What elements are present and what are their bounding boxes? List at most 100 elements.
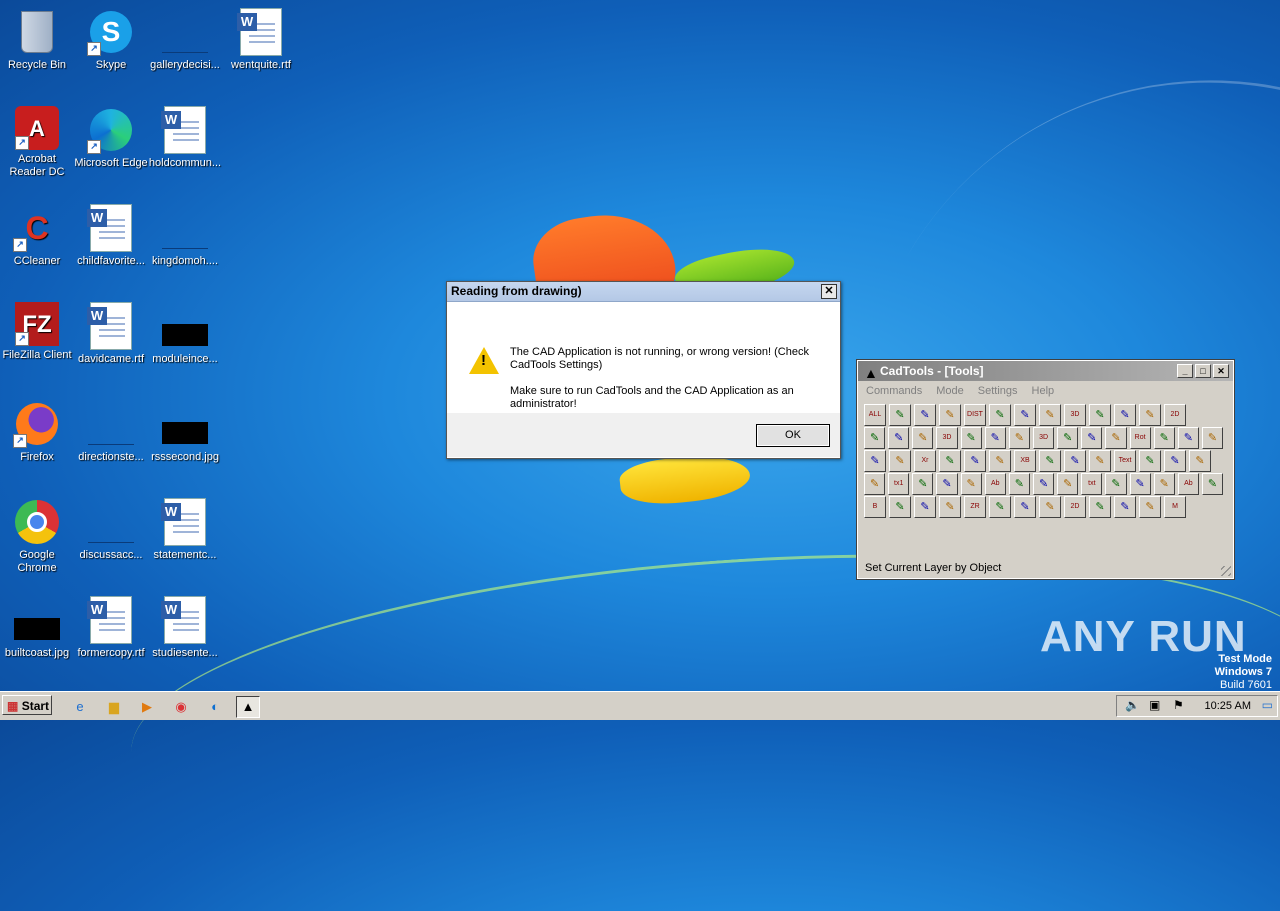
- cad-tool-button[interactable]: ✎: [889, 404, 911, 426]
- cad-tool-button[interactable]: M: [1164, 496, 1186, 518]
- cad-tool-button[interactable]: ✎: [1189, 450, 1211, 472]
- cad-tool-button[interactable]: ✎: [1089, 404, 1111, 426]
- cad-tool-button[interactable]: ✎: [1008, 427, 1030, 449]
- cadtools-titlebar[interactable]: ▲ CadTools - [Tools] _ □ ✕: [858, 361, 1233, 381]
- cad-tool-button[interactable]: Ab: [984, 473, 1006, 495]
- cad-tool-button[interactable]: ✎: [1008, 473, 1030, 495]
- cad-tool-button[interactable]: 2D: [1064, 496, 1086, 518]
- flag-icon[interactable]: ⚑: [1173, 698, 1184, 712]
- cad-tool-button[interactable]: ✎: [989, 496, 1011, 518]
- cad-tool-button[interactable]: DIST: [964, 404, 986, 426]
- ie-taskbar-icon[interactable]: e: [68, 696, 92, 718]
- cad-tool-button[interactable]: ✎: [1014, 496, 1036, 518]
- cad-tool-button[interactable]: ✎: [864, 450, 886, 472]
- desktop-icon-wentquite[interactable]: W wentquite.rtf: [224, 8, 298, 72]
- cad-tool-button[interactable]: ✎: [912, 427, 934, 449]
- desktop-icon-filezilla[interactable]: FZ ↗ FileZilla Client: [0, 302, 74, 362]
- cad-tool-button[interactable]: ✎: [1139, 450, 1161, 472]
- cad-tool-button[interactable]: txt: [1081, 473, 1103, 495]
- cad-tool-button[interactable]: ✎: [964, 450, 986, 472]
- cad-tool-button[interactable]: 3D: [1032, 427, 1055, 449]
- desktop-icon-firefox[interactable]: ↗ Firefox: [0, 400, 74, 464]
- cad-tool-button[interactable]: ✎: [889, 496, 911, 518]
- cad-tool-button[interactable]: ✎: [960, 427, 982, 449]
- cad-tool-button[interactable]: ✎: [989, 450, 1011, 472]
- desktop-icon-recycle-bin[interactable]: Recycle Bin: [0, 8, 74, 72]
- cad-tool-button[interactable]: ✎: [984, 427, 1006, 449]
- desktop-icon-statementc[interactable]: W statementc...: [148, 498, 222, 562]
- dialog-titlebar[interactable]: Reading from drawing) ✕: [447, 282, 840, 302]
- resize-grip[interactable]: [1221, 566, 1231, 576]
- network-icon[interactable]: ▣: [1149, 698, 1160, 712]
- desktop-icon-childfavorite[interactable]: W childfavorite...: [74, 204, 148, 268]
- desktop-icon-moduleince[interactable]: moduleince...: [148, 302, 222, 366]
- menu-commands[interactable]: Commands: [866, 381, 922, 401]
- cad-tool-button[interactable]: ✎: [1064, 450, 1086, 472]
- cad-tool-button[interactable]: ✎: [864, 473, 886, 495]
- cad-tool-button[interactable]: ALL: [864, 404, 886, 426]
- cad-tool-button[interactable]: ✎: [1105, 473, 1127, 495]
- cad-tool-button[interactable]: ✎: [1081, 427, 1103, 449]
- cad-tool-button[interactable]: ✎: [1089, 496, 1111, 518]
- cad-tool-button[interactable]: Text: [1114, 450, 1136, 472]
- cad-tool-button[interactable]: XB: [1014, 450, 1036, 472]
- menu-mode[interactable]: Mode: [936, 381, 964, 401]
- cad-tool-button[interactable]: ✎: [1039, 450, 1061, 472]
- cad-tool-button[interactable]: ✎: [1114, 404, 1136, 426]
- cad-tool-button[interactable]: ✎: [1039, 404, 1061, 426]
- show-desktop-icon[interactable]: ▭: [1262, 698, 1273, 712]
- desktop-icon-acrobat[interactable]: A ↗ Acrobat Reader DC: [0, 106, 74, 179]
- cad-tool-button[interactable]: ✎: [1153, 473, 1175, 495]
- desktop-icon-builtcoast[interactable]: builtcoast.jpg: [0, 596, 74, 660]
- explorer-taskbar-icon[interactable]: ▆: [102, 696, 126, 718]
- cad-tool-button[interactable]: ✎: [1164, 450, 1186, 472]
- cad-tool-button[interactable]: ✎: [1201, 473, 1224, 495]
- cad-tool-button[interactable]: ✎: [889, 450, 911, 472]
- cad-tool-button[interactable]: 3D: [1064, 404, 1086, 426]
- cad-tool-button[interactable]: ✎: [1039, 496, 1061, 518]
- desktop-icon-studiesente[interactable]: W studiesente...: [148, 596, 222, 660]
- cad-tool-button[interactable]: Ab: [1177, 473, 1199, 495]
- cad-tool-button[interactable]: ✎: [1032, 473, 1055, 495]
- close-button[interactable]: ✕: [1213, 364, 1229, 378]
- maximize-button[interactable]: □: [1195, 364, 1211, 378]
- media-player-taskbar-icon[interactable]: ▶: [135, 696, 159, 718]
- cad-tool-button[interactable]: ✎: [936, 473, 958, 495]
- cad-tool-button[interactable]: ✎: [1177, 427, 1199, 449]
- cad-tool-button[interactable]: ✎: [1114, 496, 1136, 518]
- cad-tool-button[interactable]: ✎: [960, 473, 982, 495]
- menu-help[interactable]: Help: [1032, 381, 1055, 401]
- edge-taskbar-icon[interactable]: ◐: [203, 696, 227, 718]
- cad-tool-button[interactable]: Rot: [1129, 427, 1151, 449]
- cad-tool-button[interactable]: ✎: [1139, 404, 1161, 426]
- cad-tool-button[interactable]: ✎: [1057, 427, 1079, 449]
- desktop-icon-formercopy[interactable]: W formercopy.rtf: [74, 596, 148, 660]
- dialog-close-button[interactable]: ✕: [821, 284, 837, 299]
- desktop-icon-skype[interactable]: S ↗ Skype: [74, 8, 148, 72]
- cad-tool-button[interactable]: ✎: [1201, 427, 1224, 449]
- cad-tool-button[interactable]: B: [864, 496, 886, 518]
- cad-tool-button[interactable]: ZR: [964, 496, 986, 518]
- cad-tool-button[interactable]: ✎: [1153, 427, 1175, 449]
- cad-tool-button[interactable]: ✎: [1105, 427, 1127, 449]
- cad-tool-button[interactable]: 2D: [1164, 404, 1186, 426]
- cad-tool-button[interactable]: ✎: [1057, 473, 1079, 495]
- cad-tool-button[interactable]: ✎: [914, 496, 936, 518]
- menu-settings[interactable]: Settings: [978, 381, 1018, 401]
- desktop-icon-ccleaner[interactable]: C ↗ CCleaner: [0, 204, 74, 268]
- minimize-button[interactable]: _: [1177, 364, 1193, 378]
- desktop-icon-edge[interactable]: ↗ Microsoft Edge: [74, 106, 148, 170]
- ok-button[interactable]: OK: [756, 424, 830, 447]
- desktop-icon-holdcommun[interactable]: W holdcommun...: [148, 106, 222, 170]
- desktop-icon-gallerydecisi[interactable]: gallerydecisi...: [148, 8, 222, 72]
- chrome-taskbar-icon[interactable]: ◉: [169, 696, 193, 718]
- cad-tool-button[interactable]: tx1: [888, 473, 910, 495]
- start-button[interactable]: ▦ Start: [2, 695, 52, 715]
- cad-tool-button[interactable]: ✎: [1139, 496, 1161, 518]
- desktop-icon-rsssecond[interactable]: rsssecond.jpg: [148, 400, 222, 464]
- desktop-icon-discussacc[interactable]: discussacc...: [74, 498, 148, 562]
- cad-tool-button[interactable]: 3D: [936, 427, 958, 449]
- volume-icon[interactable]: 🔈: [1125, 698, 1140, 712]
- cadtools-taskbar-icon[interactable]: ▲: [236, 696, 260, 718]
- cad-tool-button[interactable]: ✎: [989, 404, 1011, 426]
